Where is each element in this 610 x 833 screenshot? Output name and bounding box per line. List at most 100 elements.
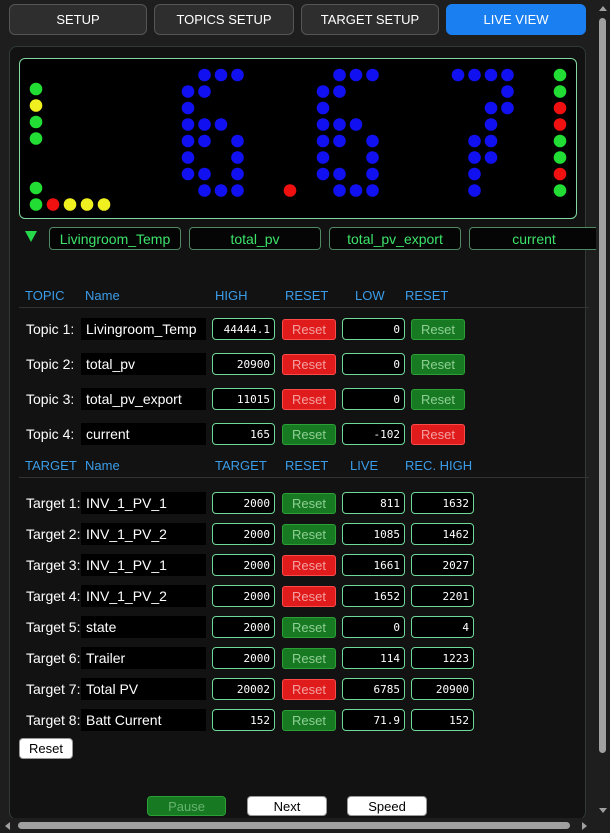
- topic-selector-4[interactable]: current: [469, 227, 599, 250]
- target-reset-button[interactable]: Reset: [282, 679, 336, 700]
- topic-selector-3[interactable]: total_pv_export: [329, 227, 461, 250]
- target-name: INV_1_PV_2: [81, 523, 206, 545]
- target-rec-high-value: 1223: [411, 647, 474, 669]
- digit-led: [214, 184, 228, 197]
- tab-target-setup[interactable]: TARGET SETUP: [301, 4, 439, 35]
- target-rec-high-value: 20900: [411, 678, 474, 700]
- topic-name: total_pv_export: [81, 388, 206, 410]
- tab-setup[interactable]: SETUP: [9, 4, 147, 35]
- tab-live-view[interactable]: LIVE VIEW: [446, 4, 586, 35]
- topics-header-reset-low: RESET: [405, 288, 449, 303]
- digit-led: [366, 184, 379, 197]
- topic-low-reset-button[interactable]: Reset: [411, 389, 465, 410]
- digit-led: [316, 167, 330, 181]
- digit-led: [468, 151, 481, 164]
- vertical-scrollbar-thumb[interactable]: [599, 18, 606, 753]
- target-reset-button[interactable]: Reset: [282, 524, 336, 545]
- topic-low-reset-button[interactable]: Reset: [411, 424, 465, 445]
- topic-label: Topic 3:: [26, 391, 75, 407]
- digit-led: [181, 134, 195, 148]
- target-label: Target 1:: [26, 495, 81, 511]
- right-status-led: [553, 184, 567, 197]
- topic-high-reset-button[interactable]: Reset: [282, 319, 336, 340]
- reset-all-button[interactable]: Reset: [19, 738, 73, 759]
- digit-led: [181, 151, 195, 164]
- topic-dropdown-triangle-icon[interactable]: [25, 231, 37, 242]
- topic-low-reset-button[interactable]: Reset: [411, 319, 465, 340]
- target-reset-button[interactable]: Reset: [282, 710, 336, 731]
- digit-led: [468, 167, 481, 181]
- next-button[interactable]: Next: [247, 796, 327, 816]
- bottom-status-led: [63, 198, 77, 211]
- digit-led: [316, 134, 330, 148]
- left-status-led: [29, 99, 43, 112]
- topic-low-value: 0: [342, 353, 405, 375]
- digit-led: [366, 68, 379, 82]
- digit-led: [316, 118, 330, 131]
- target-label: Target 6:: [26, 650, 81, 666]
- topic-low-value: 0: [342, 388, 405, 410]
- topic-selector-2[interactable]: total_pv: [189, 227, 321, 250]
- topic-high-reset-button[interactable]: Reset: [282, 354, 336, 375]
- topic-low-reset-button[interactable]: Reset: [411, 354, 465, 375]
- target-live-value: 1652: [342, 585, 405, 607]
- digit-led: [231, 151, 244, 164]
- topic-high-reset-button[interactable]: Reset: [282, 389, 336, 410]
- target-reset-button[interactable]: Reset: [282, 648, 336, 669]
- speed-button[interactable]: Speed: [347, 796, 427, 816]
- target-rec-high-value: 2027: [411, 554, 474, 576]
- topic-name: total_pv: [81, 353, 206, 375]
- target-value: 152: [212, 709, 275, 731]
- topic-high-value: 11015: [212, 388, 275, 410]
- right-status-led: [553, 134, 567, 148]
- horizontal-scrollbar-thumb[interactable]: [18, 822, 570, 829]
- topic-high-reset-button[interactable]: Reset: [282, 424, 336, 445]
- digit-led: [181, 118, 195, 131]
- targets-divider: [19, 477, 589, 478]
- digit-led: [484, 134, 498, 148]
- topics-header-reset: RESET: [285, 288, 329, 303]
- tab-topics-setup[interactable]: TOPICS SETUP: [154, 4, 294, 35]
- scroll-down-arrow-icon[interactable]: [599, 808, 607, 813]
- digit-led: [468, 184, 481, 197]
- topic-name: Livingroom_Temp: [81, 318, 206, 340]
- topic-high-value: 44444.1: [212, 318, 275, 340]
- right-status-led: [553, 167, 567, 181]
- digit-led: [333, 134, 346, 148]
- scroll-up-arrow-icon[interactable]: [599, 6, 607, 11]
- target-value: 2000: [212, 554, 275, 576]
- target-reset-button[interactable]: Reset: [282, 586, 336, 607]
- target-label: Target 8:: [26, 712, 81, 728]
- digit-led: [366, 151, 379, 164]
- target-label: Target 4:: [26, 588, 81, 604]
- target-value: 2000: [212, 647, 275, 669]
- target-reset-button[interactable]: Reset: [282, 617, 336, 638]
- target-name: INV_1_PV_1: [81, 492, 206, 514]
- pause-button[interactable]: Pause: [147, 796, 226, 816]
- bottom-status-led: [46, 198, 60, 211]
- digit-led: [231, 184, 244, 197]
- right-status-led: [553, 85, 567, 98]
- scroll-left-arrow-icon[interactable]: [5, 822, 10, 830]
- topics-divider: [19, 307, 589, 308]
- topic-low-value: 0: [342, 318, 405, 340]
- digit-led: [468, 134, 481, 148]
- digit-led: [181, 167, 195, 181]
- digit-led: [316, 85, 330, 98]
- digit-led: [484, 101, 498, 115]
- bottom-status-led: [80, 198, 94, 211]
- target-reset-button[interactable]: Reset: [282, 493, 336, 514]
- digit-led: [451, 68, 465, 82]
- topic-selector-1[interactable]: Livingroom_Temp: [49, 227, 181, 250]
- digit-led: [198, 134, 211, 148]
- right-status-led: [553, 68, 567, 82]
- scroll-right-arrow-icon[interactable]: [582, 822, 587, 830]
- target-value: 2000: [212, 616, 275, 638]
- digit-led: [181, 85, 195, 98]
- right-status-led: [553, 118, 567, 131]
- digit-led: [333, 85, 346, 98]
- digit-led: [198, 68, 211, 82]
- target-value: 2000: [212, 523, 275, 545]
- digit-led: [333, 68, 346, 82]
- target-reset-button[interactable]: Reset: [282, 555, 336, 576]
